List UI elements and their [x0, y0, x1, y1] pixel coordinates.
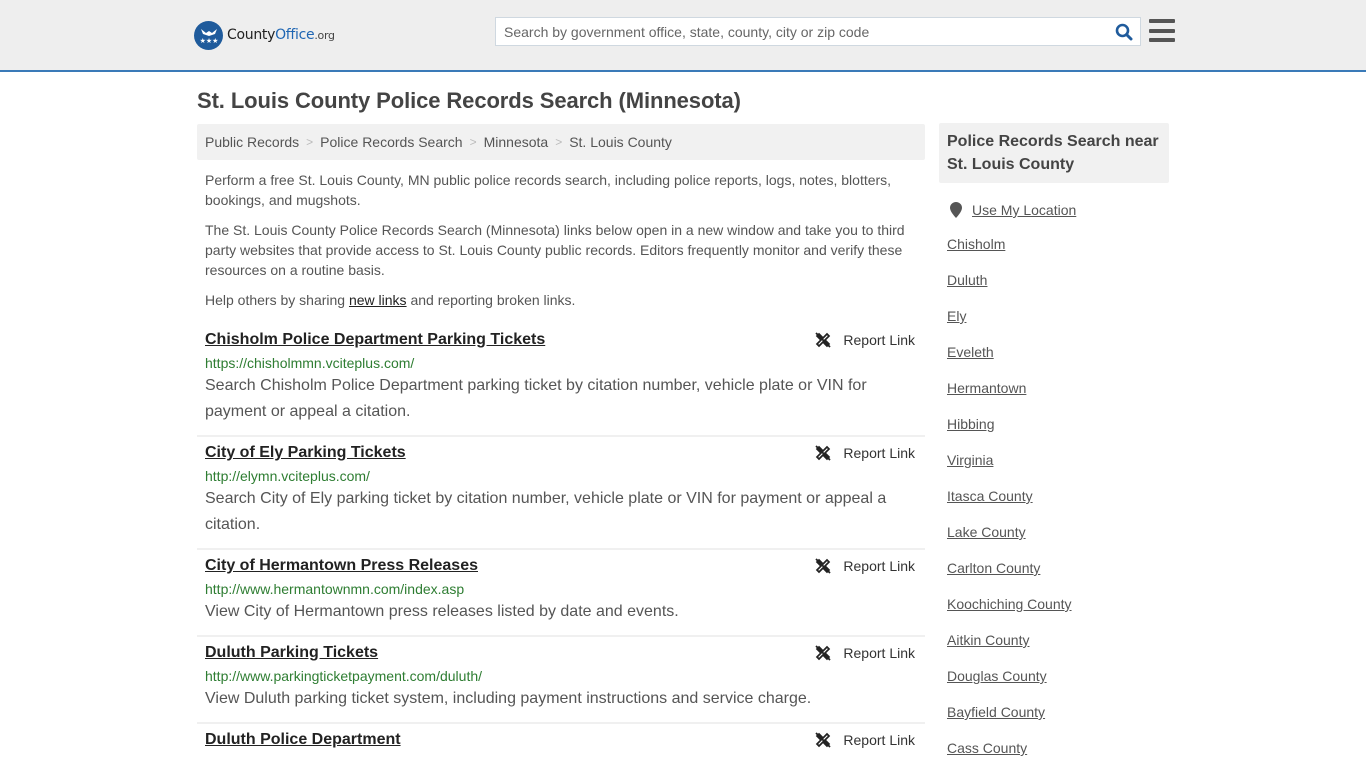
logo-text: CountyOffice.org	[227, 27, 335, 43]
result-description: View City of Hermantown press releases l…	[205, 603, 679, 620]
sidebar-link-eveleth[interactable]: Eveleth	[947, 344, 994, 360]
result-title-link[interactable]: Chisholm Police Department Parking Ticke…	[205, 330, 545, 350]
sidebar-nearby-list: Use My Location Chisholm Duluth Ely Evel…	[947, 200, 1167, 776]
broken-link-icon	[815, 732, 832, 748]
report-link-button[interactable]: Report Link	[815, 445, 915, 461]
report-link-button[interactable]: Report Link	[815, 732, 915, 748]
result-title-link[interactable]: Duluth Parking Tickets	[205, 643, 378, 663]
result-url[interactable]: http://www.hermantownmn.com/index.asp	[205, 579, 917, 599]
result-item: City of Ely Parking Tickets Report Link …	[197, 437, 925, 550]
results-list: Chisholm Police Department Parking Ticke…	[197, 324, 925, 760]
broken-link-icon	[815, 445, 832, 461]
sidebar-link-hermantown[interactable]: Hermantown	[947, 380, 1026, 396]
result-item: Chisholm Police Department Parking Ticke…	[197, 324, 925, 437]
page-title: St. Louis County Police Records Search (…	[197, 88, 741, 113]
sidebar-link-lake-county[interactable]: Lake County	[947, 524, 1026, 540]
logo-link[interactable]: ★★★ CountyOffice.org	[194, 20, 335, 50]
result-description: Search Chisholm Police Department parkin…	[205, 377, 867, 420]
sidebar-link-chisholm[interactable]: Chisholm	[947, 236, 1005, 252]
sidebar-link-cass-county[interactable]: Cass County	[947, 740, 1027, 756]
eagle-logo-icon: ★★★	[194, 20, 223, 50]
map-pin-icon	[950, 202, 962, 218]
sidebar-link-duluth[interactable]: Duluth	[947, 272, 987, 288]
hamburger-menu-icon[interactable]	[1149, 19, 1175, 42]
sidebar-link-ely[interactable]: Ely	[947, 308, 966, 324]
breadcrumb-minnesota[interactable]: Minnesota	[484, 134, 549, 150]
result-item: Duluth Parking Tickets Report Link http:…	[197, 637, 925, 724]
broken-link-icon	[815, 558, 832, 574]
sidebar-link-koochiching-county[interactable]: Koochiching County	[947, 596, 1072, 612]
sidebar-link-carlton-county[interactable]: Carlton County	[947, 560, 1040, 576]
svg-text:★★★: ★★★	[199, 37, 218, 45]
search-button[interactable]	[1108, 18, 1140, 45]
intro-text: Perform a free St. Louis County, MN publ…	[205, 170, 917, 320]
breadcrumb-public-records[interactable]: Public Records	[205, 134, 299, 150]
broken-link-icon	[815, 645, 832, 661]
sidebar-link-douglas-county[interactable]: Douglas County	[947, 668, 1047, 684]
intro-paragraph: The St. Louis County Police Records Sear…	[205, 222, 905, 278]
sidebar-link-aitkin-county[interactable]: Aitkin County	[947, 632, 1029, 648]
report-link-button[interactable]: Report Link	[815, 332, 915, 348]
report-link-button[interactable]: Report Link	[815, 645, 915, 661]
sidebar-link-virginia[interactable]: Virginia	[947, 452, 993, 468]
search-input[interactable]	[496, 18, 1108, 45]
result-url[interactable]: http://www.parkingticketpayment.com/dulu…	[205, 666, 917, 686]
sidebar-heading: Police Records Search near St. Louis Cou…	[939, 123, 1169, 183]
result-description: Search City of Ely parking ticket by cit…	[205, 490, 887, 533]
result-item: City of Hermantown Press Releases Report…	[197, 550, 925, 637]
report-link-button[interactable]: Report Link	[815, 558, 915, 574]
result-title-link[interactable]: City of Hermantown Press Releases	[205, 556, 478, 576]
new-links-link[interactable]: new links	[349, 292, 407, 308]
result-description: View Duluth parking ticket system, inclu…	[205, 690, 812, 707]
broken-link-icon	[815, 332, 832, 348]
breadcrumb-separator: >	[306, 135, 314, 149]
breadcrumb-separator: >	[555, 135, 563, 149]
breadcrumb-separator: >	[469, 135, 477, 149]
result-url[interactable]: http://elymn.vciteplus.com/	[205, 466, 917, 486]
breadcrumb-police-records-search[interactable]: Police Records Search	[320, 134, 462, 150]
search-box	[495, 17, 1141, 46]
result-item: Duluth Police Department Report Link	[197, 724, 925, 760]
use-my-location: Use My Location	[947, 200, 1167, 220]
sidebar-link-itasca-county[interactable]: Itasca County	[947, 488, 1033, 504]
result-title-link[interactable]: Duluth Police Department	[205, 730, 401, 750]
intro-paragraph: Perform a free St. Louis County, MN publ…	[205, 172, 892, 208]
breadcrumb-st-louis-county[interactable]: St. Louis County	[569, 134, 672, 150]
result-url[interactable]: https://chisholmmn.vciteplus.com/	[205, 353, 917, 373]
use-my-location-link[interactable]: Use My Location	[972, 202, 1076, 218]
result-title-link[interactable]: City of Ely Parking Tickets	[205, 443, 406, 463]
sidebar-link-bayfield-county[interactable]: Bayfield County	[947, 704, 1045, 720]
intro-paragraph: Help others by sharing new links and rep…	[205, 292, 576, 308]
sidebar-link-hibbing[interactable]: Hibbing	[947, 416, 994, 432]
site-header: ★★★ CountyOffice.org	[0, 0, 1366, 72]
search-icon	[1115, 23, 1133, 40]
breadcrumb: Public Records > Police Records Search >…	[197, 124, 925, 160]
